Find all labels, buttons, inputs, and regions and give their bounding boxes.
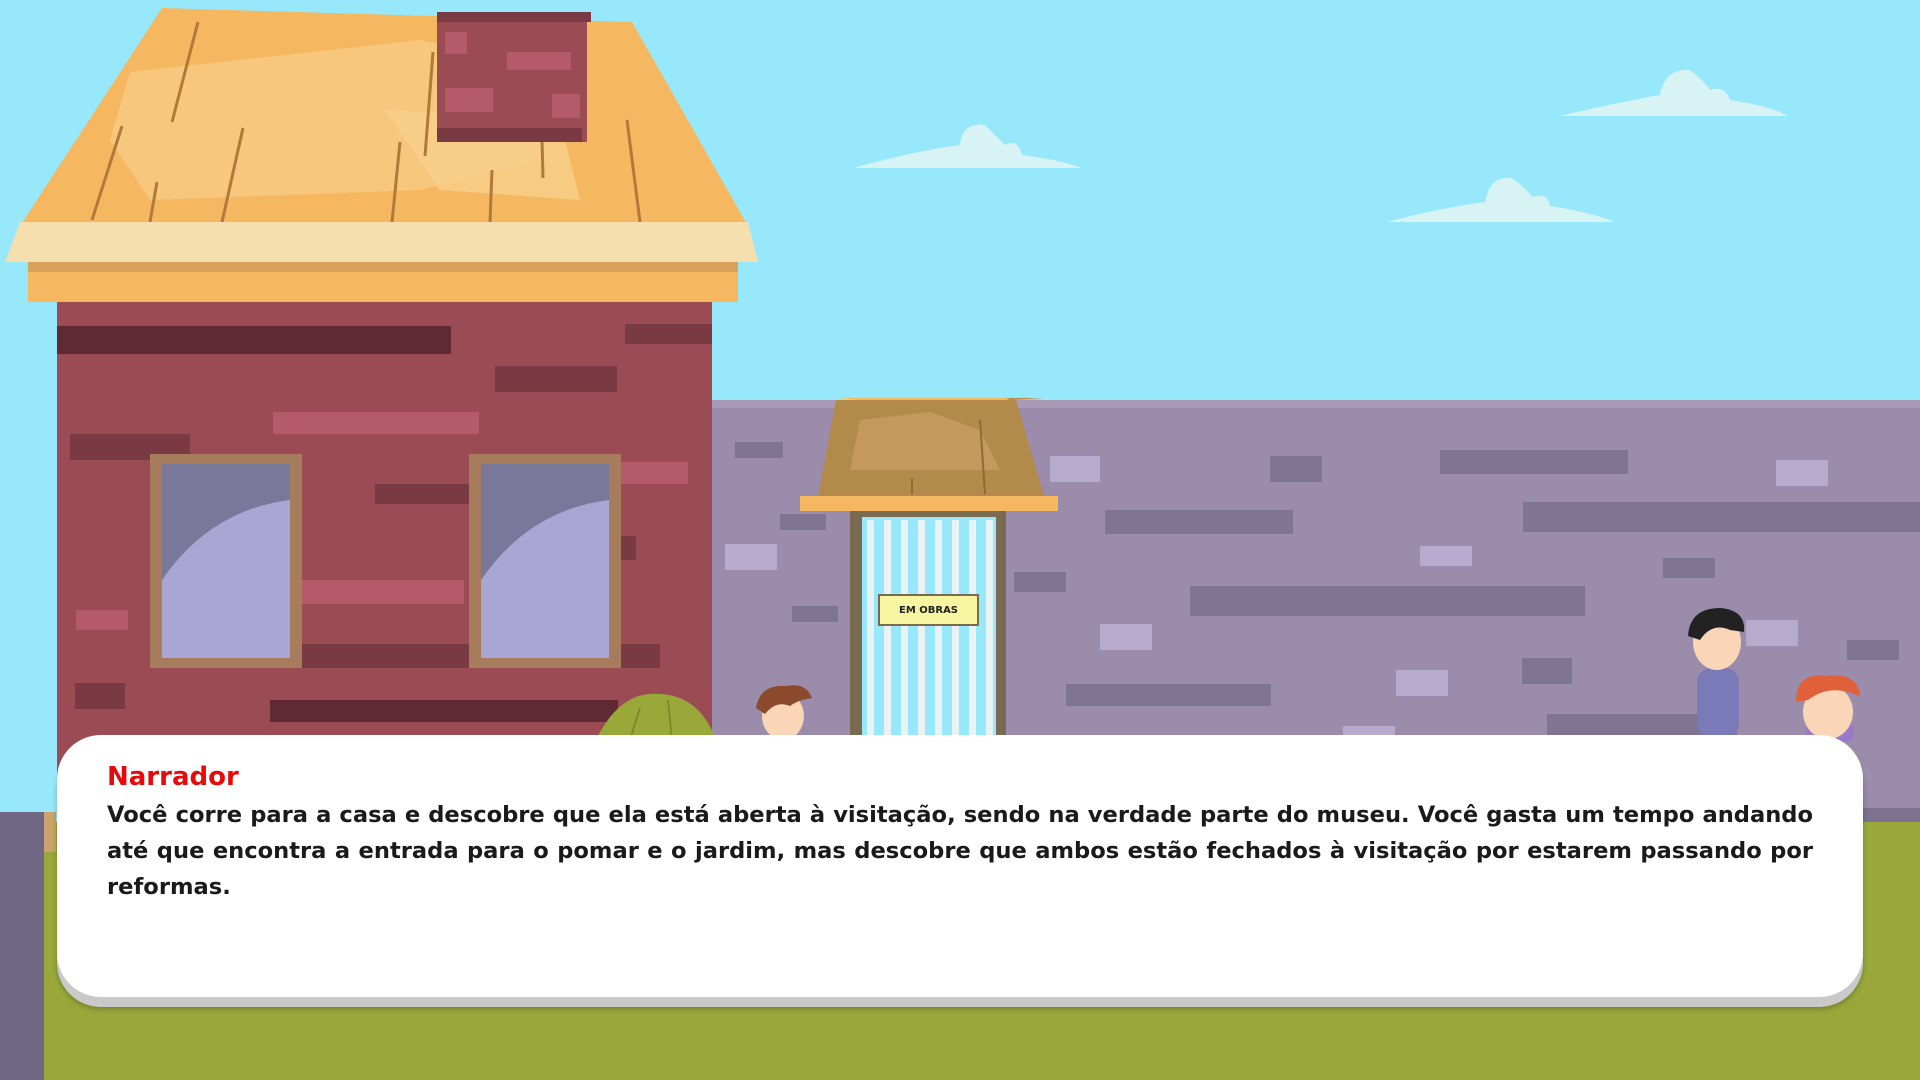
left-post-shadow [44,812,56,852]
house-window [469,454,621,668]
dialogue-box[interactable]: Narrador Você corre para a casa e descob… [57,735,1863,997]
house-window [150,454,302,668]
em-obras-sign-text: EM OBRAS [898,604,959,616]
left-post [0,812,44,1080]
speaker-name: Narrador [107,762,239,792]
dialogue-text: Você corre para a casa e descobre que el… [107,802,1813,901]
